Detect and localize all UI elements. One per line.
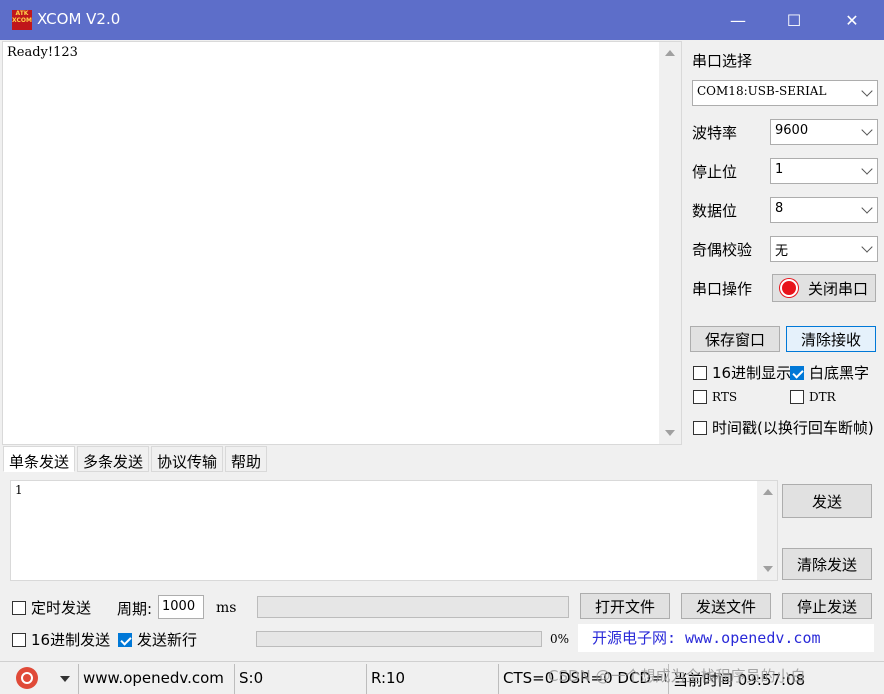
rts-label: RTS bbox=[712, 390, 738, 404]
power-icon[interactable] bbox=[16, 667, 38, 689]
clear-send-button[interactable]: 清除发送 bbox=[782, 548, 872, 580]
status-received-count: R:10 bbox=[366, 664, 494, 694]
chevron-down-icon bbox=[861, 202, 873, 214]
tab-protocol[interactable]: 协议传输 bbox=[151, 446, 224, 472]
clear-receive-button[interactable]: 清除接收 bbox=[786, 326, 876, 352]
send-textarea[interactable]: 1 bbox=[10, 480, 778, 581]
status-sent-count: S:0 bbox=[234, 664, 362, 694]
rts-box[interactable] bbox=[693, 390, 707, 404]
hex-send-label: 16进制发送 bbox=[31, 631, 111, 649]
parity-label: 奇偶校验 bbox=[692, 241, 753, 259]
port-select-label: 串口选择 bbox=[692, 52, 753, 70]
baud-label: 波特率 bbox=[692, 124, 738, 142]
timestamp-checkbox[interactable]: 时间戳(以换行回车断帧) bbox=[693, 417, 874, 438]
title-bar: ATK XCOM XCOM V2.0 — ☐ ✕ bbox=[0, 0, 884, 40]
data-bits-label: 数据位 bbox=[692, 202, 738, 220]
send-file-button[interactable]: 发送文件 bbox=[681, 593, 771, 619]
send-newline-checkbox[interactable]: 发送新行 bbox=[118, 629, 197, 650]
app-logo-icon: ATK XCOM bbox=[12, 10, 32, 30]
scroll-up-icon[interactable] bbox=[665, 50, 675, 56]
send-text: 1 bbox=[15, 483, 23, 497]
dtr-checkbox[interactable]: DTR bbox=[790, 390, 836, 404]
send-button[interactable]: 发送 bbox=[782, 484, 872, 518]
stop-bits-value: 1 bbox=[775, 162, 784, 177]
close-button[interactable]: ✕ bbox=[824, 0, 880, 40]
parity-select[interactable]: 无 bbox=[770, 236, 878, 262]
baud-value: 9600 bbox=[775, 123, 809, 138]
stop-send-button[interactable]: 停止发送 bbox=[782, 593, 872, 619]
ms-label: ms bbox=[216, 600, 237, 616]
hex-display-label: 16进制显示 bbox=[712, 364, 792, 382]
save-window-button[interactable]: 保存窗口 bbox=[690, 326, 780, 352]
timestamp-box[interactable] bbox=[693, 420, 707, 435]
hex-display-checkbox[interactable]: 16进制显示 bbox=[693, 362, 791, 383]
close-port-label: 关闭串口 bbox=[807, 279, 868, 298]
dtr-box[interactable] bbox=[790, 390, 804, 404]
timed-send-checkbox[interactable]: 定时发送 bbox=[12, 597, 91, 618]
window-title: XCOM V2.0 bbox=[37, 10, 121, 28]
openedv-site-link[interactable]: 开源电子网: www.openedv.com bbox=[578, 624, 874, 652]
send-newline-box[interactable] bbox=[118, 632, 132, 647]
receive-textarea[interactable]: Ready!123 bbox=[2, 41, 682, 445]
baud-select[interactable]: 9600 bbox=[770, 119, 878, 145]
watermark: CSDN @一个想成为全栈程序员的小白 bbox=[548, 667, 806, 685]
minimize-button[interactable]: — bbox=[710, 0, 766, 40]
scroll-down-icon[interactable] bbox=[665, 430, 675, 436]
receive-text: Ready!123 bbox=[7, 45, 78, 60]
white-black-box[interactable] bbox=[790, 365, 804, 380]
white-black-checkbox[interactable]: 白底黑字 bbox=[790, 362, 869, 383]
hex-display-box[interactable] bbox=[693, 365, 707, 380]
data-bits-value: 8 bbox=[775, 201, 784, 216]
timestamp-label: 时间戳(以换行回车断帧) bbox=[712, 419, 874, 437]
port-op-label: 串口操作 bbox=[692, 280, 753, 298]
file-progress-track bbox=[257, 596, 569, 618]
chevron-down-icon bbox=[861, 241, 873, 253]
maximize-button[interactable]: ☐ bbox=[766, 0, 822, 40]
port-select[interactable]: COM18:USB-SERIAL bbox=[692, 80, 878, 106]
chevron-down-icon bbox=[861, 85, 873, 97]
send-tabs: 单条发送 多条发送 协议传输 帮助 bbox=[3, 446, 269, 472]
chevron-down-icon bbox=[861, 124, 873, 136]
send-progress-bar bbox=[256, 631, 542, 647]
scroll-down-icon[interactable] bbox=[763, 566, 773, 572]
period-input[interactable]: 1000 bbox=[158, 595, 204, 619]
timed-send-box[interactable] bbox=[12, 600, 26, 615]
receive-scrollbar[interactable] bbox=[659, 42, 681, 444]
scroll-up-icon[interactable] bbox=[763, 489, 773, 495]
tab-multi-send[interactable]: 多条发送 bbox=[77, 446, 150, 472]
period-label: 周期: bbox=[117, 600, 153, 618]
send-newline-label: 发送新行 bbox=[137, 631, 198, 649]
send-scrollbar[interactable] bbox=[757, 481, 777, 580]
tab-single-send[interactable]: 单条发送 bbox=[3, 446, 76, 472]
data-bits-select[interactable]: 8 bbox=[770, 197, 878, 223]
hex-send-box[interactable] bbox=[12, 632, 26, 647]
dropdown-arrow-icon[interactable] bbox=[60, 676, 70, 682]
close-port-button[interactable]: 关闭串口 bbox=[772, 274, 876, 302]
port-select-value: COM18:USB-SERIAL bbox=[697, 84, 827, 98]
dtr-label: DTR bbox=[809, 390, 836, 404]
tab-help[interactable]: 帮助 bbox=[225, 446, 268, 472]
settings-panel: 串口选择 COM18:USB-SERIAL 波特率 9600 停止位 1 数据位… bbox=[684, 40, 884, 440]
open-file-button[interactable]: 打开文件 bbox=[580, 593, 670, 619]
parity-value: 无 bbox=[775, 244, 789, 259]
port-status-icon bbox=[779, 279, 798, 297]
status-url[interactable]: www.openedv.com bbox=[78, 664, 230, 694]
timed-send-label: 定时发送 bbox=[31, 599, 92, 617]
rts-checkbox[interactable]: RTS bbox=[693, 390, 737, 404]
stop-bits-select[interactable]: 1 bbox=[770, 158, 878, 184]
stop-bits-label: 停止位 bbox=[692, 163, 738, 181]
progress-percent: 0% bbox=[550, 632, 570, 646]
chevron-down-icon bbox=[861, 163, 873, 175]
hex-send-checkbox[interactable]: 16进制发送 bbox=[12, 629, 110, 650]
white-black-label: 白底黑字 bbox=[809, 364, 870, 382]
